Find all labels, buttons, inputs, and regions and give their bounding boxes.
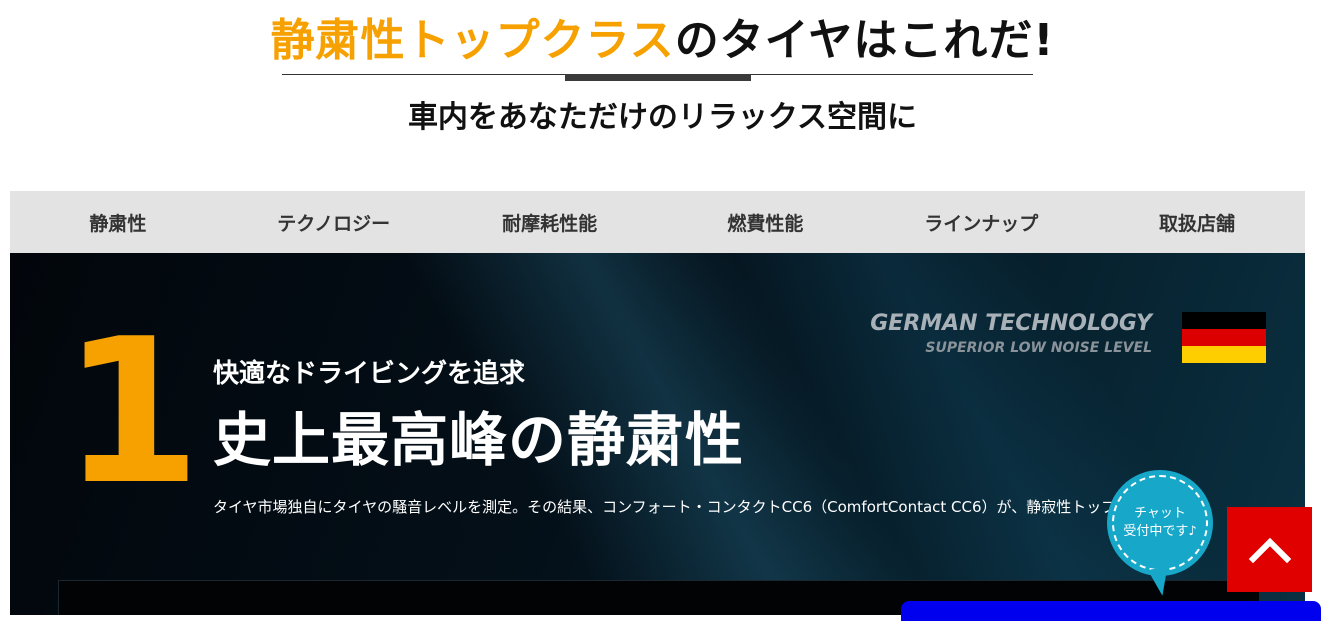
hero-body-text: タイヤ市場独自にタイヤの騒音レベルを測定。その結果、コンフォート・コンタクトCC…: [213, 498, 1133, 516]
chat-label-line1: チャット: [1134, 506, 1186, 521]
chat-label-line2: 受付中です♪: [1123, 524, 1197, 539]
tab-wear-resistance[interactable]: 耐摩耗性能: [442, 191, 658, 253]
hero-section: 1 快適なドライビングを追求 史上最高峰の静粛性 タイヤ市場独自にタイヤの騒音レ…: [10, 253, 1305, 615]
headline-rest: のタイヤはこれだ!: [674, 15, 1055, 66]
hero-title: 史上最高峰の静粛性: [213, 406, 745, 474]
scroll-to-top-button[interactable]: [1227, 507, 1312, 592]
flag-stripe-black: [1182, 312, 1266, 329]
german-technology-title: GERMAN TECHNOLOGY: [870, 311, 1152, 336]
headline-accent: 静粛性トップクラス: [270, 15, 675, 66]
hero-kicker: 快適なドライビングを追求: [213, 359, 526, 389]
chat-bubble-inner: チャット 受付中です♪: [1112, 475, 1208, 571]
page-subheadline: 車内をあなただけのリラックス空間に: [407, 100, 918, 135]
tab-quietness[interactable]: 静粛性: [10, 191, 226, 253]
flag-stripe-red: [1182, 329, 1266, 346]
headline-divider-accent: [565, 74, 751, 81]
tab-technology[interactable]: テクノロジー: [226, 191, 442, 253]
chat-button[interactable]: チャット 受付中です♪: [1107, 470, 1213, 576]
chevron-up-icon: [1248, 537, 1291, 563]
page-headline: 静粛性トップクラスのタイヤはこれだ!: [0, 4, 1325, 68]
tab-fuel-efficiency[interactable]: 燃費性能: [657, 191, 873, 253]
tab-lineup[interactable]: ラインナップ: [873, 191, 1089, 253]
section-number: 1: [62, 296, 202, 529]
chat-widget-bar[interactable]: [901, 601, 1321, 621]
section-tabs: 静粛性 テクノロジー 耐摩耗性能 燃費性能 ラインナップ 取扱店舗: [10, 191, 1305, 253]
flag-stripe-gold: [1182, 346, 1266, 363]
german-flag-icon: [1182, 312, 1266, 363]
german-technology-subtitle: SUPERIOR LOW NOISE LEVEL: [925, 340, 1152, 356]
tab-dealers[interactable]: 取扱店舗: [1089, 191, 1305, 253]
